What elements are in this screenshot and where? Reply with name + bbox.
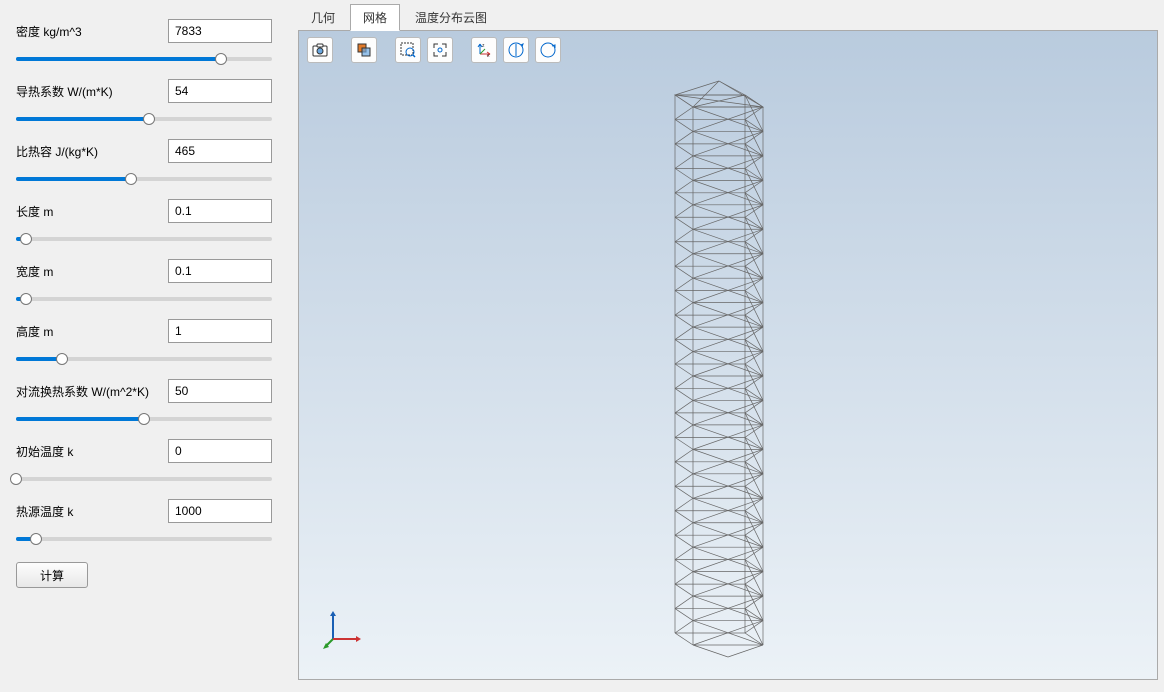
param-row: 密度 kg/m^3 <box>16 18 272 68</box>
rotate-axis-icon[interactable] <box>503 37 529 63</box>
tab[interactable]: 几何 <box>298 4 348 30</box>
param-input[interactable] <box>168 79 272 103</box>
viewport-3d[interactable]: zx <box>298 30 1158 680</box>
param-slider[interactable] <box>16 110 272 128</box>
rotate-free-icon[interactable] <box>535 37 561 63</box>
param-row: 比热容 J/(kg*K) <box>16 138 272 188</box>
param-row: 热源温度 k <box>16 498 272 548</box>
param-label: 长度 m <box>16 203 53 220</box>
param-row: 宽度 m <box>16 258 272 308</box>
param-label: 宽度 m <box>16 263 53 280</box>
param-slider[interactable] <box>16 350 272 368</box>
tab[interactable]: 温度分布云图 <box>402 4 500 30</box>
param-slider[interactable] <box>16 410 272 428</box>
transparency-icon[interactable] <box>351 37 377 63</box>
param-input[interactable] <box>168 439 272 463</box>
param-input[interactable] <box>168 139 272 163</box>
viewport-toolbar: zx <box>307 37 561 63</box>
param-input[interactable] <box>168 259 272 283</box>
param-slider[interactable] <box>16 530 272 548</box>
camera-icon[interactable] <box>307 37 333 63</box>
param-slider[interactable] <box>16 170 272 188</box>
param-input[interactable] <box>168 499 272 523</box>
param-label: 初始温度 k <box>16 443 73 460</box>
svg-text:z: z <box>482 43 485 49</box>
axis-gizmo <box>323 607 365 649</box>
param-row: 高度 m <box>16 318 272 368</box>
app-root: 密度 kg/m^3 导热系数 W/(m*K) 比热容 J/(kg*K) <box>0 0 1164 692</box>
param-row: 对流换热系数 W/(m^2*K) <box>16 378 272 428</box>
mesh-render <box>653 75 803 665</box>
param-label: 比热容 J/(kg*K) <box>16 143 98 160</box>
param-label: 密度 kg/m^3 <box>16 23 82 40</box>
compute-button[interactable]: 计算 <box>16 562 88 588</box>
param-slider[interactable] <box>16 230 272 248</box>
param-slider[interactable] <box>16 50 272 68</box>
param-row: 导热系数 W/(m*K) <box>16 78 272 128</box>
param-label: 高度 m <box>16 323 53 340</box>
param-input[interactable] <box>168 199 272 223</box>
param-slider[interactable] <box>16 290 272 308</box>
axes-icon[interactable]: zx <box>471 37 497 63</box>
param-label: 导热系数 W/(m*K) <box>16 83 113 100</box>
zoom-extents-icon[interactable] <box>427 37 453 63</box>
param-label: 热源温度 k <box>16 503 73 520</box>
main-area: 几何网格温度分布云图 zx <box>288 0 1164 692</box>
zoom-selection-icon[interactable] <box>395 37 421 63</box>
param-label: 对流换热系数 W/(m^2*K) <box>16 383 149 400</box>
param-row: 初始温度 k <box>16 438 272 488</box>
param-input[interactable] <box>168 319 272 343</box>
param-row: 长度 m <box>16 198 272 248</box>
param-slider[interactable] <box>16 470 272 488</box>
tab[interactable]: 网格 <box>350 4 400 31</box>
param-input[interactable] <box>168 19 272 43</box>
parameters-panel: 密度 kg/m^3 导热系数 W/(m*K) 比热容 J/(kg*K) <box>0 0 288 692</box>
param-input[interactable] <box>168 379 272 403</box>
tab-bar: 几何网格温度分布云图 <box>298 6 1158 30</box>
